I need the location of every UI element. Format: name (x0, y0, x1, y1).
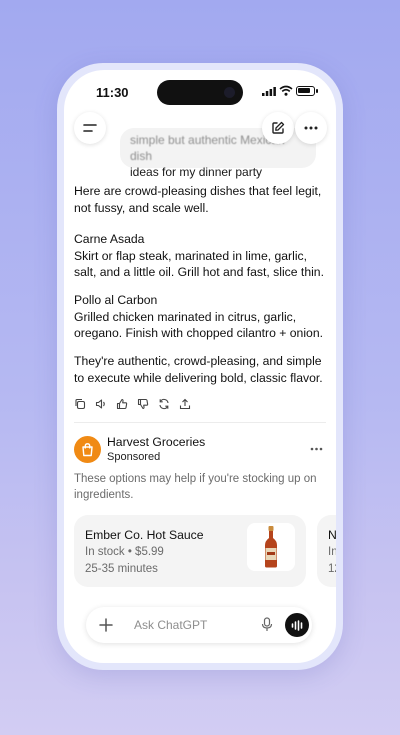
status-bar: 11:30 (64, 70, 336, 114)
share-button[interactable] (179, 398, 191, 410)
product-card[interactable]: Ember Co. Hot Sauce In stock • $5.99 25-… (74, 515, 306, 587)
shopping-bag-icon (82, 443, 93, 457)
more-options-button[interactable] (295, 112, 327, 144)
product-image (247, 523, 295, 571)
dish-1-title: Carne Asada (74, 232, 145, 246)
dish-2: Pollo al Carbon Grilled chicken marinate… (74, 292, 326, 342)
voice-mode-button[interactable] (285, 613, 309, 637)
edit-button[interactable] (262, 112, 294, 144)
reply-closing: They're authentic, crowd-pleasing, and s… (74, 354, 323, 385)
thumbs-down-icon (137, 398, 149, 410)
hot-sauce-bottle-icon (265, 526, 277, 568)
product-title: Ember Co. Hot Sauce (85, 528, 204, 542)
sponsor-more-button[interactable] (310, 440, 323, 454)
sponsor-description: These options may help if you're stockin… (74, 473, 317, 501)
more-icon (310, 447, 323, 451)
dish-2-description: Grilled chicken marinated in citrus, gar… (74, 309, 323, 341)
bad-response-button[interactable] (137, 398, 149, 410)
product-stock-price: In stock • $5.99 (85, 546, 164, 558)
composer: Ask ChatGPT (86, 607, 312, 643)
read-aloud-button[interactable] (95, 398, 107, 410)
voice-icon (291, 619, 302, 631)
speaker-icon (95, 399, 105, 409)
signal-icon (262, 87, 276, 96)
product-card[interactable]: N In 12 (317, 515, 336, 587)
message-input[interactable]: Ask ChatGPT (134, 618, 207, 632)
plus-icon (99, 618, 113, 632)
regenerate-icon (159, 398, 169, 410)
battery-icon (296, 86, 318, 96)
menu-button[interactable] (74, 112, 106, 144)
product-delivery-time: 25-35 minutes (85, 563, 158, 575)
dynamic-island (157, 80, 243, 105)
copy-button[interactable] (74, 398, 86, 410)
sponsored-label: Sponsored (107, 451, 161, 463)
mic-icon[interactable] (261, 617, 273, 632)
edit-icon (272, 121, 285, 134)
dish-1-description: Skirt or flap steak, marinated in lime, … (74, 248, 324, 280)
sponsor-logo[interactable] (74, 436, 101, 463)
status-time: 11:30 (96, 85, 129, 100)
good-response-button[interactable] (116, 398, 128, 410)
share-icon (179, 398, 191, 410)
message-actions (74, 398, 191, 410)
dish-2-title: Pollo al Carbon (74, 293, 158, 307)
thumbs-up-icon (116, 398, 128, 410)
regenerate-button[interactable] (158, 398, 170, 410)
user-message-line-2: ideas for my dinner party (130, 165, 263, 179)
copy-icon (75, 398, 86, 410)
menu-icon (83, 124, 97, 132)
sponsor-name[interactable]: Harvest Groceries (107, 435, 205, 449)
more-icon (304, 126, 318, 130)
product-title: N (328, 528, 336, 542)
divider (74, 422, 326, 423)
phone-screen: 11:30 simple but authentic Mexican dish … (64, 70, 336, 663)
product-delivery-time: 12 (328, 563, 336, 575)
wifi-icon (279, 85, 293, 96)
product-stock-price: In (328, 546, 336, 558)
reply-intro: Here are crowd-pleasing dishes that feel… (74, 184, 322, 215)
add-attachment-button[interactable] (94, 613, 118, 637)
dish-1: Carne Asada Skirt or flap steak, marinat… (74, 231, 326, 281)
